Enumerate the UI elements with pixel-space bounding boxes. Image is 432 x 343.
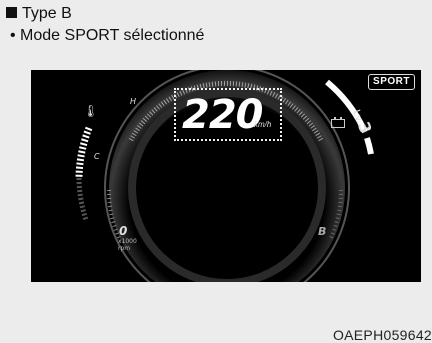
sport-mode-badge: SPORT [368,74,415,90]
battery-icon [331,117,345,128]
temp-cold-label: C [94,152,100,161]
temp-hot-label: H [130,97,137,106]
level-gauge-lower [364,137,374,155]
mode-caption: • Mode SPORT sélectionné [10,27,205,44]
speed-value: 220 [182,92,263,138]
speed-unit: km/h [254,120,272,129]
square-bullet-icon [6,7,17,18]
speed-highlight-box: 220 km/h [174,88,282,141]
temperature-scale [75,126,93,179]
heading-label: Type B [22,5,72,22]
rpm-unit-label: x1000 rpm [118,238,137,252]
rpm-zero-label: 0 [119,224,128,238]
section-heading: Type B [6,5,72,23]
temperature-scale-dim [76,177,89,221]
coolant-temperature-icon: 🌡 [83,104,99,118]
rpm-unit-line2: rpm [118,245,131,252]
rpm-unit-line1: x1000 [118,238,137,245]
instrument-cluster: SPORT 220 km/h 🌡 H C 0 x1000 rpm B Lv.3 [31,70,421,282]
gear-b-label: B [318,225,327,238]
